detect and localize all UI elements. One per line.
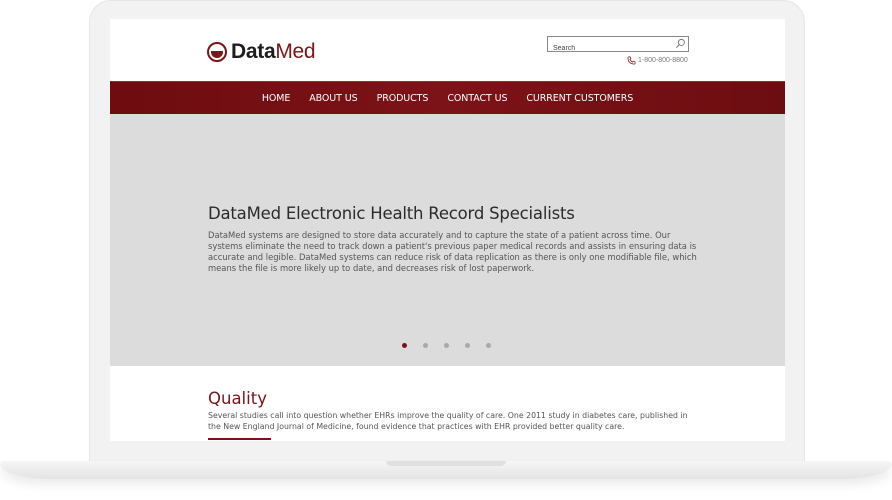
browser-viewport: DataMed 1-800-800-8800 HOME ABOUT US PRO… [110, 19, 785, 441]
phone-number: 1-800-800-8800 [638, 57, 688, 64]
hero-slider: DataMed Electronic Health Record Special… [110, 114, 785, 366]
section-underline [208, 438, 271, 440]
search-box [547, 36, 689, 56]
main-nav: HOME ABOUT US PRODUCTS CONTACT US CURREN… [110, 81, 785, 114]
quality-section: Quality Several studies call into questi… [208, 389, 688, 432]
hero-description: DataMed systems are designed to store da… [208, 230, 697, 273]
quality-description: Several studies call into question wheth… [208, 411, 688, 431]
nav-item-contact-us[interactable]: CONTACT US [447, 93, 507, 104]
quality-title: Quality [208, 389, 267, 408]
slider-dot-3[interactable] [444, 343, 449, 348]
slider-pagination [402, 343, 507, 348]
nav-item-products[interactable]: PRODUCTS [377, 93, 429, 104]
nav-item-current-customers[interactable]: CURRENT CUSTOMERS [526, 93, 633, 104]
hero-title: DataMed Electronic Health Record Special… [208, 204, 575, 223]
phone-icon [627, 56, 636, 65]
slider-dot-1[interactable] [402, 343, 407, 348]
nav-item-about-us[interactable]: ABOUT US [309, 93, 357, 104]
laptop-notch [386, 461, 506, 466]
slider-dot-2[interactable] [423, 343, 428, 348]
search-icon[interactable] [675, 38, 686, 49]
phone-contact[interactable]: 1-800-800-8800 [627, 56, 688, 65]
slider-dot-5[interactable] [486, 343, 491, 348]
site-header: DataMed 1-800-800-8800 [110, 19, 785, 81]
search-input[interactable] [548, 41, 668, 56]
logo-text: DataMed [231, 40, 316, 63]
nav-item-home[interactable]: HOME [262, 93, 291, 104]
slider-dot-4[interactable] [465, 343, 470, 348]
logo-icon [207, 42, 227, 62]
logo[interactable]: DataMed [207, 40, 316, 64]
